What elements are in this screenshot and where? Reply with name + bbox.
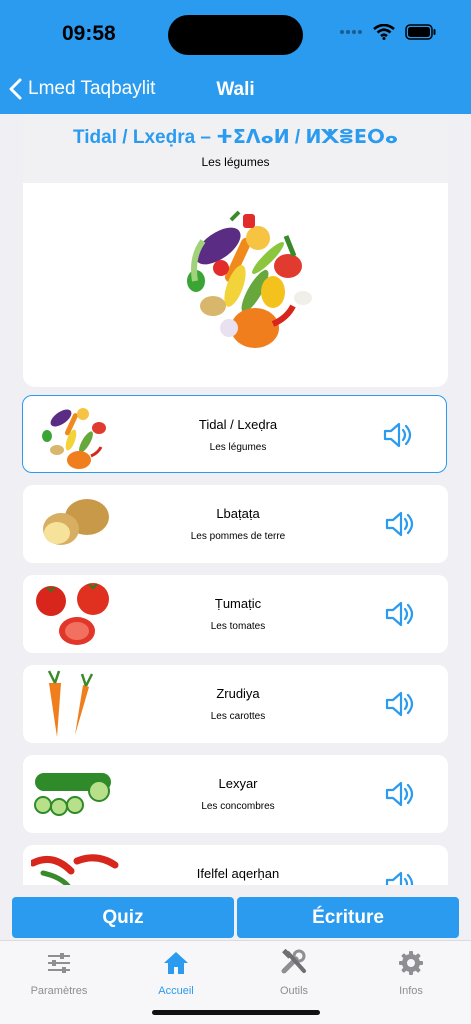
tab-outils[interactable]: Outils bbox=[244, 947, 344, 997]
sliders-icon bbox=[48, 953, 70, 973]
hero-title: Tidal / Lxeḍra – ⵜⵉⴷⴰⵍ / ⵍⵅⴻⴹⵔⴰ bbox=[73, 127, 398, 148]
cellular-dots-icon bbox=[340, 30, 362, 34]
tab-parametres[interactable]: Paramètres bbox=[9, 947, 109, 997]
item-title: Lexyar bbox=[218, 776, 258, 791]
tab-accueil[interactable]: Accueil bbox=[126, 947, 226, 997]
hero-subtitle: Les légumes bbox=[201, 155, 270, 169]
tab-label: Accueil bbox=[158, 985, 194, 997]
list-item[interactable]: Tidal / Lxeḍra Les légumes bbox=[22, 395, 447, 473]
ecriture-button[interactable]: Écriture bbox=[237, 897, 459, 938]
speaker-icon[interactable] bbox=[384, 690, 414, 718]
item-text: Ifelfel aqerḥan bbox=[143, 866, 333, 885]
hero-header: Tidal / Lxeḍra – ⵜⵉⴷⴰⵍ / ⵍⵅⴻⴹⵔⴰ Les légu… bbox=[23, 114, 448, 183]
item-text: Zrudiya Les carottes bbox=[143, 686, 333, 722]
status-icons bbox=[339, 24, 437, 40]
item-subtitle: Les tomates bbox=[210, 621, 266, 632]
list-item[interactable]: Lexyar Les concombres bbox=[23, 755, 448, 833]
back-button[interactable]: Lmed Taqbaylit bbox=[8, 78, 155, 100]
tab-label: Infos bbox=[399, 985, 423, 997]
tab-label: Outils bbox=[279, 985, 309, 997]
list-item[interactable]: Ifelfel aqerḥan bbox=[23, 845, 448, 885]
potatoes-image bbox=[43, 499, 109, 545]
back-label: Lmed Taqbaylit bbox=[28, 78, 156, 99]
home-icon bbox=[164, 952, 188, 974]
chili-peppers-image bbox=[31, 854, 119, 885]
item-text: Lexyar Les concombres bbox=[143, 776, 333, 812]
battery-icon bbox=[405, 24, 436, 40]
speaker-icon[interactable] bbox=[384, 600, 414, 628]
list-item[interactable]: Lbaṭaṭa Les pommes de terre bbox=[23, 485, 448, 563]
cucumbers-image bbox=[34, 773, 111, 816]
status-time: 09:58 bbox=[62, 22, 116, 45]
chevron-left-icon bbox=[9, 78, 22, 100]
speaker-icon[interactable] bbox=[384, 780, 414, 808]
gear-icon bbox=[399, 951, 423, 975]
carrots-image bbox=[47, 670, 94, 737]
item-text: Tidal / Lxeḍra Les légumes bbox=[143, 417, 333, 453]
tab-label: Paramètres bbox=[30, 985, 88, 997]
item-title: Tidal / Lxeḍra bbox=[198, 417, 278, 432]
item-subtitle: Les concombres bbox=[201, 801, 275, 812]
speaker-icon[interactable] bbox=[382, 421, 412, 449]
top-header: 09:58 Lmed Taqbaylit Wali bbox=[0, 0, 471, 114]
item-title: Zrudiya bbox=[216, 686, 260, 701]
item-subtitle: Les pommes de terre bbox=[190, 531, 286, 542]
item-subtitle: Les carottes bbox=[210, 711, 266, 722]
item-text: Ṭumaṭic Les tomates bbox=[143, 596, 333, 632]
tools-icon bbox=[281, 949, 306, 974]
home-indicator bbox=[152, 1010, 320, 1015]
list-item[interactable]: Zrudiya Les carottes bbox=[23, 665, 448, 743]
speaker-icon[interactable] bbox=[384, 510, 414, 538]
quiz-button[interactable]: Quiz bbox=[12, 897, 234, 938]
hero-card: Tidal / Lxeḍra – ⵜⵉⴷⴰⵍ / ⵍⵅⴻⴹⵔⴰ Les légu… bbox=[23, 114, 448, 387]
item-text: Lbaṭaṭa Les pommes de terre bbox=[143, 506, 333, 542]
item-title: Lbaṭaṭa bbox=[216, 506, 260, 521]
list-item[interactable]: Ṭumaṭic Les tomates bbox=[23, 575, 448, 653]
item-subtitle: Les légumes bbox=[209, 442, 267, 453]
vegetables-image bbox=[42, 408, 106, 469]
tab-infos[interactable]: Infos bbox=[361, 947, 461, 997]
dynamic-island bbox=[168, 15, 303, 55]
content-scroll[interactable]: Tidal / Lxeḍra – ⵜⵉⴷⴰⵍ / ⵍⵅⴻⴹⵔⴰ Les légu… bbox=[0, 114, 471, 885]
tomatoes-image bbox=[36, 583, 109, 645]
speaker-icon[interactable] bbox=[384, 870, 414, 885]
item-title: Ṭumaṭic bbox=[214, 596, 262, 611]
wifi-icon bbox=[373, 24, 395, 40]
item-title: Ifelfel aqerḥan bbox=[196, 866, 280, 881]
vegetables-hero-image bbox=[187, 210, 312, 348]
